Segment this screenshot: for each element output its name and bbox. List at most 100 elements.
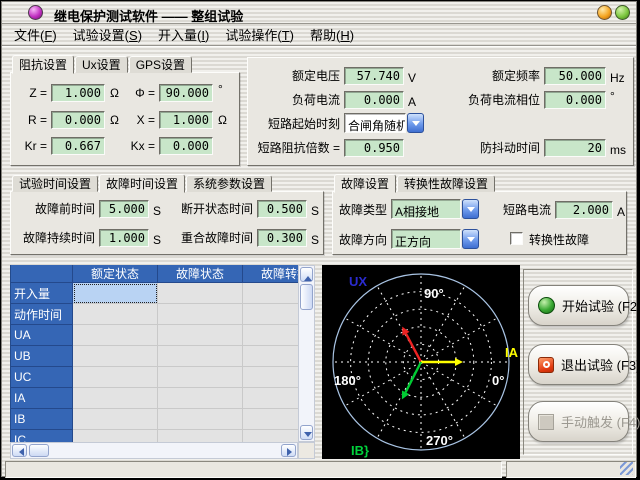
kr-input[interactable]: 0.667 — [51, 137, 105, 155]
table-cell[interactable] — [73, 409, 158, 430]
tab-gps-settings[interactable]: GPS设置 — [129, 56, 192, 73]
tab-fault-time[interactable]: 故障时间设置 — [99, 174, 185, 193]
vertical-scroll-thumb[interactable] — [300, 284, 313, 310]
open-time-unit: S — [311, 202, 319, 220]
menu-test-operation[interactable]: 试验操作(T) — [217, 25, 302, 44]
rated-freq-unit: Hz — [610, 69, 625, 87]
menu-binary-input[interactable]: 开入量(I) — [150, 25, 217, 44]
close-button[interactable] — [615, 5, 630, 20]
start-test-button[interactable]: 开始试验 (F2) — [528, 285, 629, 326]
z-label: Z = — [15, 84, 47, 102]
table-cell[interactable] — [158, 388, 243, 409]
table-cell[interactable] — [73, 325, 158, 346]
menu-help[interactable]: 帮助(H) — [302, 25, 362, 44]
load-phase-input[interactable]: 0.000 — [544, 91, 606, 109]
fault-tabs: 故障设置 转换性故障设置 — [334, 173, 496, 192]
manual-trigger-button[interactable]: 手动触发 (F4) — [528, 401, 629, 442]
dropdown-button[interactable] — [407, 113, 424, 133]
rated-freq-input[interactable]: 50.000 — [544, 67, 606, 85]
source-panel: 额定电压 57.740 V 额定频率 50.000 Hz 负荷电流 0.000 … — [247, 57, 634, 166]
horizontal-scroll-thumb[interactable] — [29, 444, 49, 457]
fault-direction-combo[interactable]: 正方向 — [391, 229, 479, 249]
fault-type-combo[interactable]: A相接地 — [391, 199, 479, 219]
scroll-up-button[interactable] — [300, 267, 313, 282]
phasor-diagram: UX90°180°0°270°IAIB} — [322, 265, 520, 459]
table-cell[interactable] — [158, 409, 243, 430]
dropdown-button[interactable] — [462, 199, 479, 219]
table-row: UC — [11, 367, 298, 388]
table-cell[interactable] — [73, 388, 158, 409]
table-cell[interactable] — [73, 367, 158, 388]
scroll-down-button[interactable] — [300, 425, 313, 440]
load-current-unit: A — [408, 93, 416, 111]
open-time-label: 断开状态时间 — [167, 200, 253, 218]
table-row: UB — [11, 346, 298, 367]
sc-start-label: 短路起始时刻 — [250, 115, 340, 133]
table-cell[interactable] — [243, 346, 298, 367]
load-current-input[interactable]: 0.000 — [344, 91, 404, 109]
convert-fault-label: 转换性故障 — [529, 231, 609, 249]
x-input[interactable]: 1.000 — [159, 111, 213, 129]
debounce-unit: ms — [610, 141, 626, 159]
scroll-left-button[interactable] — [12, 444, 27, 457]
table-cell[interactable] — [73, 346, 158, 367]
phi-input[interactable]: 90.000 — [159, 84, 213, 102]
table-cell[interactable] — [243, 304, 298, 325]
sc-current-input[interactable]: 2.000 — [555, 201, 613, 219]
table-row: IC — [11, 430, 298, 442]
fault-direction-label: 故障方向 — [335, 231, 387, 249]
table-cell[interactable] — [158, 325, 243, 346]
table-cell[interactable] — [73, 304, 158, 325]
table-cell[interactable] — [73, 283, 158, 304]
menu-file[interactable]: 文件(F) — [6, 25, 65, 44]
table-row-header: UC — [11, 367, 73, 388]
table-cell[interactable] — [243, 325, 298, 346]
table-cell[interactable] — [73, 430, 158, 442]
table-cell[interactable] — [243, 409, 298, 430]
tab-ux-settings[interactable]: Ux设置 — [75, 56, 128, 73]
tab-impedance-settings[interactable]: 阻抗设置 — [12, 55, 74, 74]
convert-fault-checkbox[interactable] — [510, 232, 523, 245]
table-horizontal-scrollbar[interactable] — [10, 442, 298, 459]
table-cell[interactable] — [243, 388, 298, 409]
table-cell[interactable] — [243, 430, 298, 442]
minimize-button[interactable] — [597, 5, 612, 20]
table-cell[interactable] — [243, 283, 298, 304]
duration-unit: S — [153, 231, 161, 249]
menu-divider — [2, 45, 636, 47]
app-window: 继电保护测试软件 —— 整组试验 文件(F) 试验设置(S) 开入量(I) 试验… — [1, 1, 637, 477]
table-row-header: UB — [11, 346, 73, 367]
tab-system-params[interactable]: 系统参数设置 — [186, 175, 272, 192]
table-cell[interactable] — [158, 304, 243, 325]
debounce-input[interactable]: 20 — [544, 139, 606, 157]
tab-convert-fault-settings[interactable]: 转换性故障设置 — [397, 175, 495, 192]
scroll-right-button[interactable] — [281, 444, 296, 457]
fault-direction-value: 正方向 — [391, 229, 461, 249]
dropdown-button[interactable] — [462, 229, 479, 249]
rated-voltage-input[interactable]: 57.740 — [344, 67, 404, 85]
table-cell[interactable] — [158, 430, 243, 442]
prefault-input[interactable]: 5.000 — [99, 200, 149, 218]
kx-input[interactable]: 0.000 — [159, 137, 213, 155]
sc-start-combo[interactable]: 合闸角随机 — [344, 113, 424, 133]
table-cell[interactable] — [158, 367, 243, 388]
x-unit: Ω — [218, 111, 227, 129]
r-input[interactable]: 0.000 — [51, 111, 105, 129]
table-cell[interactable] — [158, 346, 243, 367]
table-column-header: 故障转换 — [243, 265, 298, 283]
table-cell[interactable] — [158, 283, 243, 304]
table-cell[interactable] — [243, 367, 298, 388]
open-time-input[interactable]: 0.500 — [257, 200, 307, 218]
impedance-panel: Z = 1.000 Ω Φ = 90.000 ° R = 0.000 Ω X =… — [10, 72, 240, 166]
z-input[interactable]: 1.000 — [51, 84, 105, 102]
menu-test-settings[interactable]: 试验设置(S) — [65, 25, 150, 44]
tab-test-time[interactable]: 试验时间设置 — [12, 175, 98, 192]
tab-fault-settings[interactable]: 故障设置 — [334, 174, 396, 193]
resize-grip[interactable] — [620, 462, 633, 475]
reclose-input[interactable]: 0.300 — [257, 229, 307, 247]
table-row-header: IA — [11, 388, 73, 409]
sc-ratio-input[interactable]: 0.950 — [344, 139, 404, 157]
exit-test-button[interactable]: 退出试验 (F3) — [528, 344, 629, 385]
table-vertical-scrollbar[interactable] — [298, 265, 315, 442]
duration-input[interactable]: 1.000 — [99, 229, 149, 247]
